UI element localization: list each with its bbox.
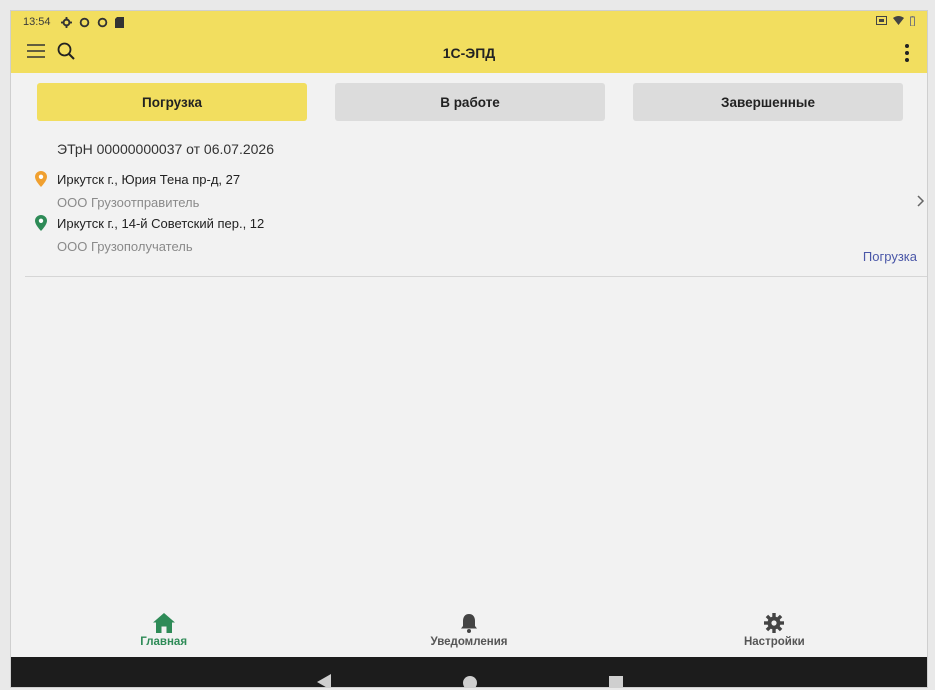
back-icon[interactable] xyxy=(317,674,331,687)
battery-icon xyxy=(910,15,915,29)
app-bar: 1С-ЭПД xyxy=(11,35,927,71)
status-time: 13:54 xyxy=(23,16,51,28)
system-navigation-bar xyxy=(11,657,927,687)
shipment-list: ЭТрН 00000000037 от 06.07.2026 Иркутск г… xyxy=(11,131,927,601)
nav-home-label: Главная xyxy=(140,635,188,648)
origin-company: ООО Грузоотправитель xyxy=(57,195,200,210)
sd-card-icon xyxy=(114,16,124,28)
tab-bar: Погрузка В работе Завершенные xyxy=(11,83,927,121)
nav-home[interactable]: Главная xyxy=(11,601,316,657)
hamburger-menu-icon[interactable] xyxy=(27,43,45,63)
gear-icon xyxy=(764,611,785,633)
tab-loading[interactable]: Погрузка xyxy=(37,83,307,121)
status-bar: 13:54 xyxy=(11,11,927,33)
origin-pin-icon xyxy=(33,171,49,187)
destination-pin-icon xyxy=(33,215,49,231)
destination-address: Иркутск г., 14-й Советский пер., 12 xyxy=(57,215,265,231)
tab-in-progress[interactable]: В работе xyxy=(335,83,605,121)
device-screen: 13:54 1С-ЭПД Погрузка В работе Завершенн… xyxy=(10,10,928,688)
shipment-doc-title: ЭТрН 00000000037 от 06.07.2026 xyxy=(57,141,274,157)
shipment-card[interactable]: ЭТрН 00000000037 от 06.07.2026 Иркутск г… xyxy=(25,131,927,277)
app-header: 13:54 1С-ЭПД xyxy=(11,11,927,73)
home-button-icon[interactable] xyxy=(463,676,477,687)
origin-address: Иркутск г., Юрия Тена пр-д, 27 xyxy=(57,171,241,187)
nav-notifications-label: Уведомления xyxy=(430,635,508,648)
destination-row: Иркутск г., 14-й Советский пер., 12 xyxy=(33,215,264,231)
search-icon[interactable] xyxy=(57,42,75,65)
sync-status-icon-2 xyxy=(97,17,108,28)
nfc-icon xyxy=(876,16,887,28)
bottom-navigation: Главная Уведомления Настройки xyxy=(11,601,927,657)
settings-status-icon xyxy=(60,16,72,28)
sync-status-icon xyxy=(79,17,90,28)
bell-icon xyxy=(460,611,478,633)
recent-apps-icon[interactable] xyxy=(609,676,623,687)
nav-notifications[interactable]: Уведомления xyxy=(316,601,621,657)
origin-row: Иркутск г., Юрия Тена пр-д, 27 xyxy=(33,171,240,187)
tab-completed[interactable]: Завершенные xyxy=(633,83,903,121)
more-options-icon[interactable] xyxy=(901,44,913,62)
wifi-icon xyxy=(893,16,904,28)
home-icon xyxy=(152,611,175,633)
nav-settings[interactable]: Настройки xyxy=(622,601,927,657)
destination-company: ООО Грузополучатель xyxy=(57,239,193,254)
chevron-right-icon[interactable] xyxy=(917,191,925,212)
nav-settings-label: Настройки xyxy=(743,635,805,648)
app-title: 1С-ЭПД xyxy=(442,45,496,61)
shipment-status: Погрузка xyxy=(862,249,917,264)
